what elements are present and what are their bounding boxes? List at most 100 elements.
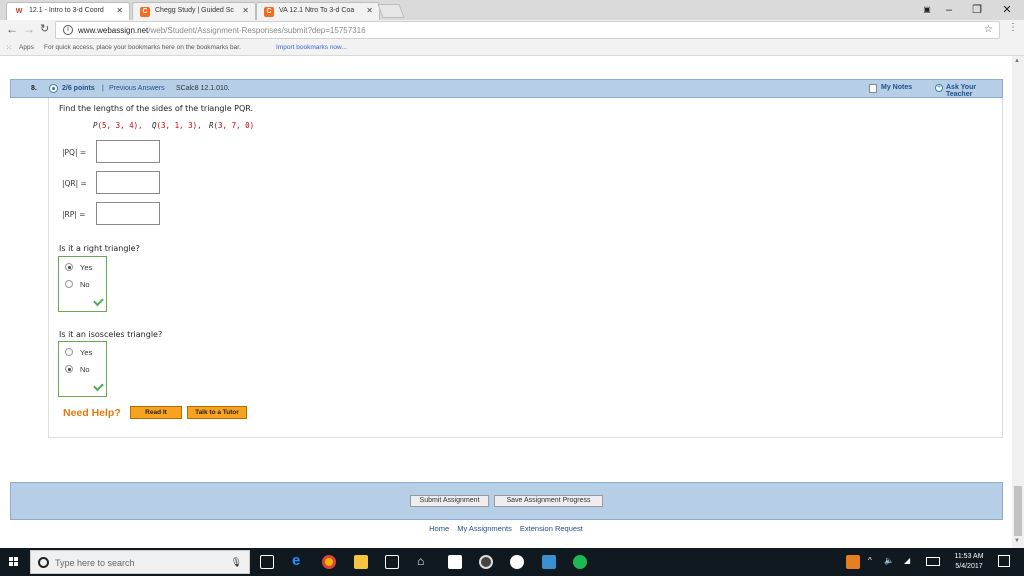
home-app-icon[interactable]: ⌂ xyxy=(417,555,431,569)
address-bar[interactable]: i www.webassign.net/web/Student/Assignme… xyxy=(55,21,1000,39)
my-assignments-link[interactable]: My Assignments xyxy=(457,524,512,533)
browser-toolbar: ← → ↻ i www.webassign.net/web/Student/As… xyxy=(0,20,1024,41)
pq-input[interactable] xyxy=(96,140,160,163)
page-content: 8. 2/6 points | Previous Answers SCalc8 … xyxy=(0,56,1012,548)
save-progress-button[interactable]: Save Assignment Progress xyxy=(494,495,603,507)
notifications-icon[interactable] xyxy=(998,555,1010,567)
my-notes-link[interactable]: My Notes xyxy=(881,84,912,91)
point-coords: (5, 3, 4), xyxy=(97,121,143,130)
keyboard-icon[interactable] xyxy=(926,557,940,566)
back-icon[interactable]: ← xyxy=(6,22,18,36)
right-no-radio[interactable] xyxy=(65,280,73,288)
read-it-button[interactable]: Read It xyxy=(130,406,182,419)
question-points: 2/6 points xyxy=(62,85,95,92)
forward-icon[interactable]: → xyxy=(23,22,35,36)
apps-icon[interactable]: ⁙ xyxy=(6,44,12,52)
hp-icon[interactable] xyxy=(510,555,524,569)
new-tab-button[interactable] xyxy=(377,4,405,18)
clock-date: 5/4/2017 xyxy=(955,563,983,570)
volume-icon[interactable]: 🔈 xyxy=(884,556,894,565)
apps-link[interactable]: Apps xyxy=(19,44,34,51)
system-tray-app-icon[interactable] xyxy=(846,555,860,569)
browser-tab[interactable]: W 12.1 - Intro to 3-d Coord ✕ xyxy=(6,2,130,20)
choice-label: No xyxy=(80,280,90,289)
close-tab-icon[interactable]: ✕ xyxy=(242,6,249,15)
previous-answers-link[interactable]: Previous Answers xyxy=(109,85,165,92)
task-view-icon[interactable] xyxy=(260,555,274,569)
bookmark-star-icon[interactable]: ☆ xyxy=(984,24,993,35)
question-header: 8. 2/6 points | Previous Answers SCalc8 … xyxy=(10,79,1003,98)
browser-tab-strip: W 12.1 - Intro to 3-d Coord ✕ C Chegg St… xyxy=(0,0,1024,20)
point-coords: (3, 7, 0) xyxy=(213,121,255,130)
browser-tab[interactable]: C Chegg Study | Guided Sc ✕ xyxy=(132,2,256,20)
close-tab-icon[interactable]: ✕ xyxy=(366,6,373,15)
correct-check-icon xyxy=(93,380,104,392)
submit-assignment-button[interactable]: Submit Assignment xyxy=(410,495,489,507)
points-status-icon xyxy=(49,84,58,93)
need-help-label: Need Help? xyxy=(63,407,121,419)
windows-start-icon[interactable] xyxy=(9,557,19,567)
rp-input[interactable] xyxy=(96,202,160,225)
home-link[interactable]: Home xyxy=(429,524,449,533)
qr-input[interactable] xyxy=(96,171,160,194)
question-number: 8. xyxy=(31,85,37,92)
system-clock[interactable]: 11:53 AM 5/4/2017 xyxy=(947,552,991,572)
minimize-icon[interactable]: – xyxy=(934,0,964,20)
footer-links: Home My Assignments Extension Request xyxy=(0,524,1012,533)
qr-label: |QR| = xyxy=(62,179,87,188)
point-r: R(3, 7, 0) xyxy=(209,121,254,130)
close-tab-icon[interactable]: ✕ xyxy=(116,6,123,15)
correct-check-icon xyxy=(93,295,104,307)
choice-label: Yes xyxy=(80,263,93,272)
right-triangle-choices: Yes No xyxy=(58,256,107,312)
right-triangle-question: Is it a right triangle? xyxy=(59,244,140,253)
clock-time: 11:53 AM xyxy=(954,553,984,560)
restore-icon[interactable]: ❐ xyxy=(962,0,992,20)
microphone-icon[interactable]: 🎙 xyxy=(231,557,242,568)
bookmarks-hint: For quick access, place your bookmarks h… xyxy=(44,44,241,51)
talk-to-tutor-button[interactable]: Talk to a Tutor xyxy=(187,406,247,419)
photos-icon[interactable] xyxy=(542,555,556,569)
tab-title: 12.1 - Intro to 3-d Coord xyxy=(29,7,104,14)
isosceles-choices: Yes No xyxy=(58,341,107,397)
question-body: Find the lengths of the sides of the tri… xyxy=(48,98,1003,438)
browser-tab[interactable]: C VA 12.1 Ntro To 3-d Coa ✕ xyxy=(256,2,380,20)
isosceles-yes-radio[interactable] xyxy=(65,348,73,356)
taskbar-search-input[interactable]: Type here to search 🎙 xyxy=(30,550,250,574)
ask-teacher-link[interactable]: Ask Your Teacher xyxy=(946,84,1002,98)
isosceles-no-radio[interactable] xyxy=(65,365,73,373)
tab-title: VA 12.1 Ntro To 3-d Coa xyxy=(279,7,355,14)
spotify-icon[interactable] xyxy=(573,555,587,569)
chegg-icon: C xyxy=(140,7,150,17)
pq-label: |PQ| = xyxy=(62,148,87,157)
scroll-up-icon[interactable]: ▲ xyxy=(1014,58,1020,64)
app-icon[interactable] xyxy=(479,555,493,569)
scroll-down-icon[interactable]: ▼ xyxy=(1014,538,1020,544)
scroll-thumb[interactable] xyxy=(1014,486,1022,536)
chrome-icon[interactable] xyxy=(322,555,336,569)
file-explorer-icon[interactable] xyxy=(354,555,368,569)
search-placeholder: Type here to search xyxy=(55,558,135,568)
webassign-icon: W xyxy=(15,8,23,15)
close-window-icon[interactable]: ✕ xyxy=(992,0,1022,20)
extension-request-link[interactable]: Extension Request xyxy=(520,524,583,533)
reload-icon[interactable]: ↻ xyxy=(40,22,49,35)
tray-chevron-icon[interactable]: ^ xyxy=(868,556,872,565)
url-path: /web/Student/Assignment-Responses/submit… xyxy=(148,26,366,35)
page-scrollbar[interactable]: ▲ ▼ xyxy=(1012,56,1024,548)
wifi-icon[interactable]: ◢ xyxy=(904,556,910,565)
import-bookmarks-link[interactable]: Import bookmarks now... xyxy=(276,44,347,51)
menu-icon[interactable]: ⋮ xyxy=(1008,22,1018,33)
store-icon[interactable] xyxy=(385,555,399,569)
header-separator: | xyxy=(102,85,104,92)
point-q: Q(3, 1, 3), xyxy=(152,121,202,130)
info-icon[interactable]: i xyxy=(63,25,73,35)
choice-label: No xyxy=(80,365,90,374)
plus-icon[interactable]: + xyxy=(935,84,943,92)
notes-icon[interactable] xyxy=(869,84,877,93)
question-prompt: Find the lengths of the sides of the tri… xyxy=(59,104,254,113)
app-icon[interactable] xyxy=(448,555,462,569)
edge-icon[interactable]: e xyxy=(292,553,306,569)
tab-title: Chegg Study | Guided Sc xyxy=(155,7,234,14)
right-yes-radio[interactable] xyxy=(65,263,73,271)
